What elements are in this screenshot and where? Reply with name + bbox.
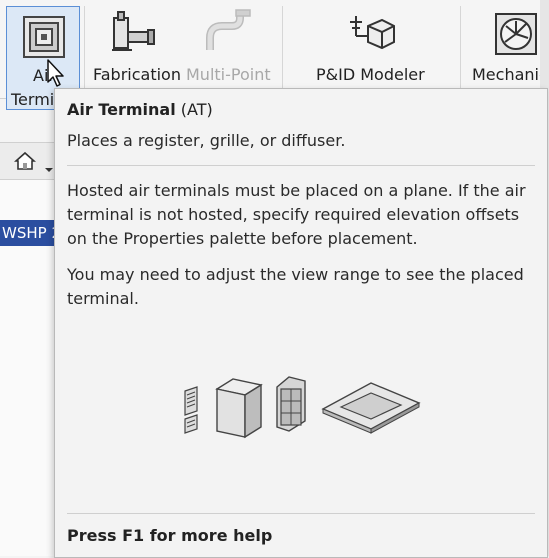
ribbon-separator — [84, 6, 85, 90]
grille-icon — [184, 386, 198, 434]
house-icon[interactable] — [13, 151, 37, 175]
air-terminal-icon — [22, 15, 66, 63]
ribbon-panel: Air Terminal Fabrication Multi-Point P&I… — [0, 0, 549, 110]
tooltip-title: Air Terminal — [67, 100, 176, 119]
tooltip: Air Terminal (AT) Places a register, gri… — [54, 88, 548, 558]
tooltip-divider — [67, 165, 535, 166]
mechanical-equipment-icon — [494, 12, 538, 60]
tooltip-title-row: Air Terminal (AT) — [67, 99, 213, 121]
ribbon-separator — [282, 6, 283, 90]
dropdown-arrow-icon[interactable] — [44, 158, 54, 177]
multi-point-button[interactable]: Multi-Point — [184, 0, 278, 98]
pid-modeler-button[interactable]: P&ID Modeler — [290, 0, 450, 98]
fabrication-button[interactable]: Fabrication — [88, 0, 182, 98]
diffuser-icon — [321, 382, 421, 434]
multi-point-icon — [206, 8, 254, 60]
multi-point-label: Multi-Point — [186, 65, 271, 84]
fabrication-label: Fabrication — [93, 65, 181, 84]
register-icon — [215, 378, 263, 439]
tooltip-footer-divider — [67, 513, 535, 514]
tooltip-paragraph-1: Hosted air terminals must be placed on a… — [67, 181, 526, 248]
mechanical-equipment-label: Mechanica — [472, 65, 546, 84]
ribbon-separator — [460, 6, 461, 90]
mouse-cursor-icon — [46, 58, 66, 92]
properties-toolbar — [0, 142, 60, 180]
selected-list-item[interactable]: WSHP 2 — [0, 220, 62, 246]
tooltip-shortcut: (AT) — [180, 100, 213, 119]
tooltip-footer: Press F1 for more help — [67, 526, 273, 545]
pid-modeler-label: P&ID Modeler — [316, 65, 425, 84]
mechanical-equipment-button[interactable]: Mechanica — [466, 0, 546, 98]
air-terminal-illustration — [181, 375, 421, 441]
louver-icon — [276, 376, 306, 432]
pid-modeler-icon — [346, 12, 396, 60]
tooltip-summary: Places a register, grille, or diffuser. — [67, 131, 346, 150]
tooltip-paragraph-2: You may need to adjust the view range to… — [67, 265, 524, 308]
fabrication-icon — [110, 10, 158, 60]
